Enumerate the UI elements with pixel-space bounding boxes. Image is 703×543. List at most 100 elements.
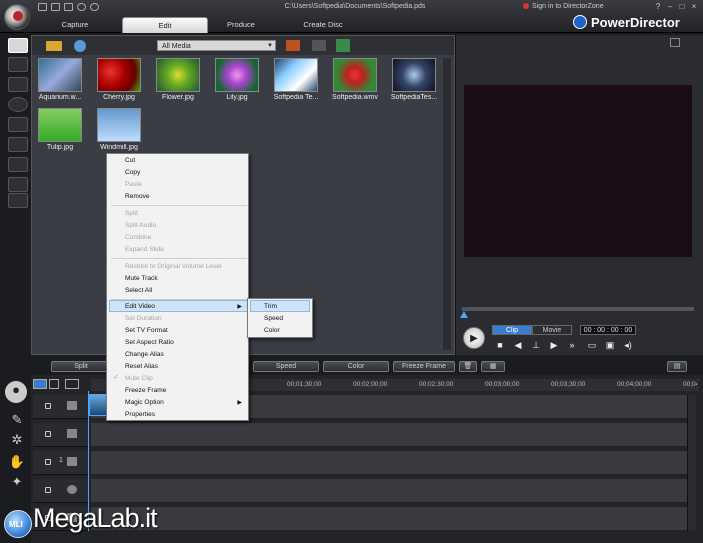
subtitle-room-icon[interactable]	[8, 193, 28, 208]
snapshot-icon[interactable]: ▭	[586, 339, 598, 351]
seek-handle[interactable]	[460, 311, 468, 318]
lock-icon[interactable]	[45, 487, 51, 493]
title-track[interactable]	[91, 479, 687, 503]
submenu-item-color[interactable]: Color	[264, 325, 308, 337]
fullscreen-icon[interactable]: ▣	[604, 339, 616, 351]
media-thumbnail[interactable]	[156, 58, 200, 92]
visibility-icon[interactable]	[67, 485, 77, 494]
lock-icon[interactable]	[45, 459, 51, 465]
media-room-icon[interactable]	[8, 38, 28, 53]
menu-item-mute-track[interactable]: Mute Track	[125, 273, 235, 285]
tab-capture[interactable]: Capture	[32, 17, 118, 33]
menu-item-restore-volume[interactable]: Restore to Original Volume Level	[125, 261, 235, 273]
undock-preview-icon[interactable]	[670, 38, 680, 47]
menu-item-combine[interactable]: Combine	[125, 232, 235, 244]
previous-frame-icon[interactable]: ◀	[512, 339, 524, 351]
chapter-room-icon[interactable]	[8, 177, 28, 192]
menu-item-expand-slide[interactable]: Expand Slide	[125, 244, 235, 256]
menu-item-select-all[interactable]: Select All	[125, 285, 235, 297]
more-tools-icon[interactable]: ▦	[481, 361, 505, 372]
maximize-icon[interactable]: □	[676, 2, 688, 11]
storyboard-view-icon[interactable]	[286, 40, 300, 51]
menu-item-set-duration[interactable]: Set Duration	[125, 313, 235, 325]
menu-item-mute-clip[interactable]: Mute Clip	[125, 373, 235, 385]
timeline-view-icon[interactable]	[33, 379, 47, 389]
color-button[interactable]: Color	[323, 361, 389, 372]
hand-tool-icon[interactable]: ✋	[8, 453, 26, 471]
menu-item-split-audio[interactable]: Split Audio	[125, 220, 235, 232]
voiceover-room-icon[interactable]	[8, 157, 28, 172]
menu-item-edit-video[interactable]: Edit Video	[125, 301, 235, 313]
media-thumbnail[interactable]	[274, 58, 318, 92]
minimize-icon[interactable]: –	[664, 2, 676, 11]
redo-icon[interactable]	[90, 3, 99, 11]
lock-icon[interactable]	[45, 403, 51, 409]
media-thumbnail[interactable]	[215, 58, 259, 92]
timeline-view-icon[interactable]	[312, 40, 326, 51]
record-voice-icon[interactable]: ●	[5, 381, 27, 403]
split-button[interactable]: Split	[51, 361, 111, 372]
menu-item-set-tv-format[interactable]: Set TV Format	[125, 325, 235, 337]
timeline-scrollbar[interactable]	[687, 395, 696, 531]
undo-icon[interactable]	[77, 3, 86, 11]
freeze-frame-button[interactable]: Freeze Frame	[393, 361, 455, 372]
submenu-item-speed[interactable]: Speed	[264, 313, 308, 325]
magic-tool-icon[interactable]: ✦	[8, 473, 26, 491]
play-button[interactable]: ▶	[463, 327, 485, 349]
tab-edit[interactable]: Edit	[122, 17, 208, 33]
effect-tool-icon[interactable]: ✲	[8, 431, 26, 449]
tab-create-disc[interactable]: Create Disc	[280, 17, 366, 33]
media-thumbnail[interactable]	[97, 58, 141, 92]
open-project-icon[interactable]	[51, 3, 60, 11]
split-marker-icon[interactable]: ⊥	[530, 339, 542, 351]
menu-item-magic-option[interactable]: Magic Option	[125, 397, 235, 409]
menu-item-remove[interactable]: Remove	[125, 191, 235, 203]
pip-track[interactable]	[91, 451, 687, 475]
pip-room-icon[interactable]	[8, 77, 28, 92]
volume-icon[interactable]: ◂)	[622, 339, 634, 351]
audio-track[interactable]	[91, 507, 687, 531]
effect-track[interactable]	[91, 423, 687, 447]
seek-bar[interactable]	[462, 307, 694, 311]
fast-forward-icon[interactable]: »	[566, 339, 578, 351]
close-icon[interactable]: ×	[688, 2, 700, 11]
menu-item-paste[interactable]: Paste	[125, 179, 235, 191]
menu-item-freeze-frame[interactable]: Freeze Frame	[125, 385, 235, 397]
eraser-icon[interactable]: ✎	[8, 411, 26, 429]
menu-item-set-aspect-ratio[interactable]: Set Aspect Ratio	[125, 337, 235, 349]
delete-icon[interactable]: 🗑	[459, 361, 477, 372]
download-media-icon[interactable]	[74, 40, 86, 52]
movie-mode-button[interactable]: Movie	[532, 325, 572, 335]
storyboard-toggle-icon[interactable]: ▤	[667, 361, 687, 372]
menu-item-properties[interactable]: Properties	[125, 409, 235, 421]
audio-mixing-room-icon[interactable]	[8, 137, 28, 152]
app-logo-icon[interactable]	[4, 4, 30, 30]
stop-icon[interactable]: ■	[494, 339, 506, 351]
menu-item-copy[interactable]: Copy	[125, 167, 235, 179]
lock-icon[interactable]	[45, 431, 51, 437]
library-scrollbar[interactable]	[443, 58, 451, 350]
save-project-icon[interactable]	[64, 3, 73, 11]
import-media-icon[interactable]	[46, 41, 62, 51]
media-thumbnail[interactable]	[38, 58, 82, 92]
help-icon[interactable]: ?	[652, 2, 664, 11]
menu-item-reset-alias[interactable]: Reset Alias	[125, 361, 235, 373]
submenu-item-trim[interactable]: Trim	[264, 301, 308, 313]
next-frame-icon[interactable]: ▶	[548, 339, 560, 351]
effect-room-icon[interactable]	[8, 57, 28, 72]
storyboard-view-icon[interactable]	[49, 379, 59, 389]
media-thumbnail[interactable]	[333, 58, 377, 92]
zoom-fit-icon[interactable]	[65, 379, 79, 389]
clip-mode-button[interactable]: Clip	[492, 325, 532, 335]
new-project-icon[interactable]	[38, 3, 47, 11]
tab-produce[interactable]: Produce	[198, 17, 284, 33]
media-thumbnail[interactable]	[392, 58, 436, 92]
menu-item-change-alias[interactable]: Change Alias	[125, 349, 235, 361]
menu-item-cut[interactable]: Cut	[125, 155, 235, 167]
media-filter-dropdown[interactable]: All Media ▼	[157, 40, 276, 51]
title-room-icon[interactable]	[8, 97, 28, 112]
media-thumbnail[interactable]	[38, 108, 82, 142]
transition-room-icon[interactable]	[8, 117, 28, 132]
speed-button[interactable]: Speed	[253, 361, 319, 372]
media-thumbnail[interactable]	[97, 108, 141, 142]
